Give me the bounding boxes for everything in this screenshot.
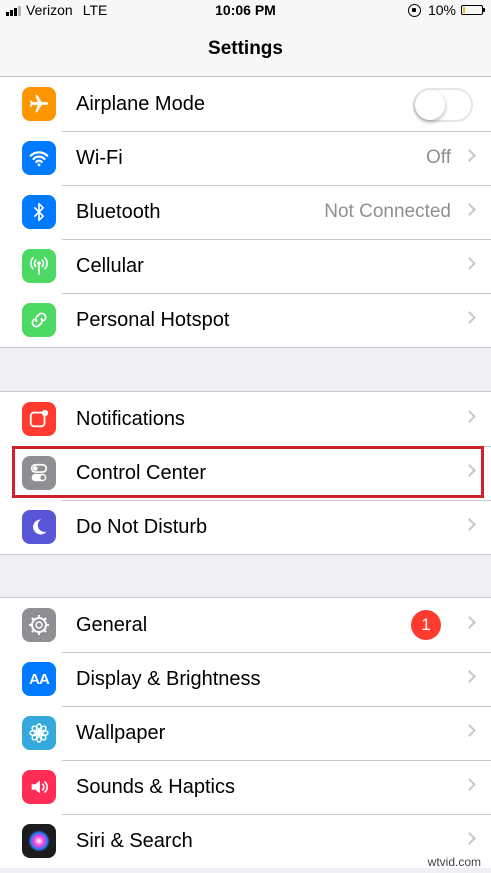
settings-row-general[interactable]: General 1	[0, 598, 491, 652]
navigation-bar: Settings	[0, 22, 491, 77]
page-title: Settings	[208, 38, 283, 59]
wifi-status-value: Off	[426, 147, 451, 168]
settings-row-wifi[interactable]: Wi-Fi Off	[0, 131, 491, 185]
settings-row-control-center[interactable]: Control Center	[0, 446, 491, 500]
chevron-right-icon	[463, 670, 476, 683]
chevron-right-icon	[463, 149, 476, 162]
airplane-mode-toggle[interactable]	[413, 88, 473, 122]
row-label: Do Not Disturb	[76, 516, 208, 538]
row-label: Siri & Search	[76, 830, 193, 852]
settings-row-do-not-disturb[interactable]: Do Not Disturb	[0, 500, 491, 554]
gear-icon	[22, 608, 56, 642]
airplane-icon	[22, 87, 56, 121]
row-label: Wallpaper	[76, 722, 166, 744]
wallpaper-icon	[22, 716, 56, 750]
row-label: Bluetooth	[76, 201, 161, 223]
battery-icon	[461, 5, 485, 15]
siri-icon	[22, 824, 56, 858]
row-label: Airplane Mode	[76, 93, 205, 115]
row-label: Cellular	[76, 255, 144, 277]
row-label: Sounds & Haptics	[76, 776, 235, 798]
settings-row-airplane-mode[interactable]: Airplane Mode	[0, 77, 491, 131]
status-right: 10%	[407, 2, 485, 18]
wifi-icon	[22, 141, 56, 175]
row-label: Control Center	[76, 462, 207, 484]
settings-row-cellular[interactable]: Cellular	[0, 239, 491, 293]
chevron-right-icon	[463, 311, 476, 324]
control-center-icon	[22, 456, 56, 490]
settings-row-personal-hotspot[interactable]: Personal Hotspot	[0, 293, 491, 347]
chevron-right-icon	[463, 724, 476, 737]
chevron-right-icon	[463, 832, 476, 845]
cellular-icon	[22, 249, 56, 283]
row-label: Personal Hotspot	[76, 309, 230, 331]
chevron-right-icon	[463, 203, 476, 216]
chevron-right-icon	[463, 518, 476, 531]
chevron-right-icon	[463, 410, 476, 423]
chevron-right-icon	[463, 257, 476, 270]
status-bar: Verizon LTE 10:06 PM 10%	[0, 0, 491, 22]
row-label: Display & Brightness	[76, 668, 261, 690]
settings-row-notifications[interactable]: Notifications	[0, 392, 491, 446]
moon-icon	[22, 510, 56, 544]
chevron-right-icon	[463, 778, 476, 791]
chevron-right-icon	[463, 616, 476, 629]
settings-row-wallpaper[interactable]: Wallpaper	[0, 706, 491, 760]
hotspot-icon	[22, 303, 56, 337]
bluetooth-status-value: Not Connected	[324, 201, 451, 222]
display-icon: AA	[22, 662, 56, 696]
battery-percent: 10%	[427, 2, 456, 18]
settings-row-bluetooth[interactable]: Bluetooth Not Connected	[0, 185, 491, 239]
row-label: Wi-Fi	[76, 147, 123, 169]
row-label: General	[76, 614, 148, 636]
settings-group-notifications: Notifications Control Center Do Not Dist…	[0, 391, 491, 555]
settings-row-display-brightness[interactable]: AA Display & Brightness	[0, 652, 491, 706]
sounds-icon	[22, 770, 56, 804]
row-label: Notifications	[76, 408, 185, 430]
settings-group-general: General 1 AA Display & Brightness Wallpa…	[0, 597, 491, 868]
settings-row-siri-search[interactable]: Siri & Search	[0, 814, 491, 868]
orientation-lock-icon	[407, 3, 421, 17]
update-badge: 1	[411, 610, 441, 640]
chevron-right-icon	[463, 464, 476, 477]
bluetooth-icon	[22, 195, 56, 229]
settings-row-sounds-haptics[interactable]: Sounds & Haptics	[0, 760, 491, 814]
watermark: wtvid.com	[427, 855, 481, 869]
settings-group-connectivity: Airplane Mode Wi-Fi Off Bluetooth Not Co…	[0, 76, 491, 348]
notifications-icon	[22, 402, 56, 436]
